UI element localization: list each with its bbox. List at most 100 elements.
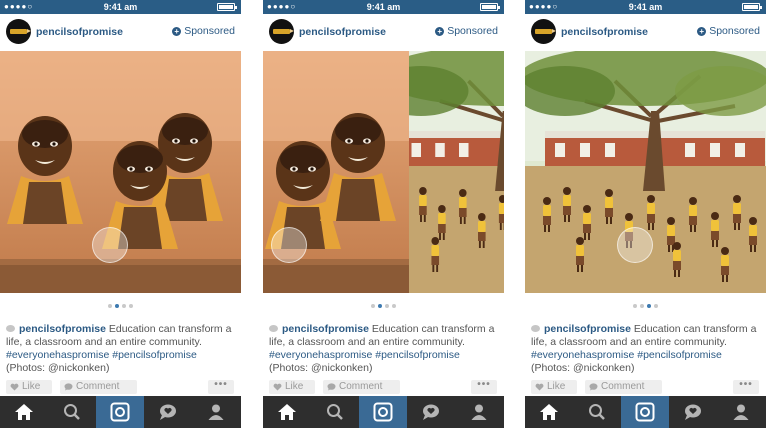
like-button[interactable]: Like — [531, 380, 577, 394]
comment-bubble-icon — [6, 325, 15, 332]
caption-username[interactable]: pencilsofpromise — [282, 323, 369, 335]
tab-search[interactable] — [573, 396, 621, 428]
post-header: pencilsofpromise + Sponsored — [525, 14, 766, 50]
tab-bar — [525, 396, 766, 428]
post-username[interactable]: pencilsofpromise — [299, 26, 386, 38]
post-photo[interactable] — [0, 51, 241, 293]
carousel-dot — [122, 304, 126, 308]
pencil-logo-icon — [10, 29, 31, 34]
camera-icon — [110, 402, 130, 422]
profile-icon — [208, 404, 224, 420]
post-photo[interactable] — [525, 51, 766, 293]
comment-icon — [589, 383, 598, 391]
activity-icon — [423, 404, 439, 420]
more-options-button[interactable]: ••• — [471, 380, 497, 394]
tab-activity[interactable] — [669, 396, 717, 428]
plus-icon: + — [435, 27, 445, 36]
post-username[interactable]: pencilsofpromise — [36, 26, 123, 38]
search-icon — [589, 404, 605, 420]
caption-username[interactable]: pencilsofpromise — [544, 323, 631, 335]
tab-camera[interactable] — [359, 396, 407, 428]
carousel-dots — [525, 304, 766, 310]
more-options-button[interactable]: ••• — [208, 380, 234, 394]
battery-icon — [742, 3, 762, 11]
touch-indicator — [271, 227, 307, 263]
post-caption: pencilsofpromise Education can transform… — [531, 323, 762, 375]
avatar[interactable] — [531, 19, 556, 44]
profile-icon — [471, 404, 487, 420]
home-icon — [278, 404, 296, 420]
caption-hashtags[interactable]: #everyonehaspromise #pencilsofpromise — [269, 349, 460, 361]
tab-search[interactable] — [48, 396, 96, 428]
pencil-logo-icon — [535, 29, 556, 34]
comment-bubble-icon — [531, 325, 540, 332]
tab-search[interactable] — [311, 396, 359, 428]
touch-indicator — [617, 227, 653, 263]
tab-home[interactable] — [525, 396, 573, 428]
activity-icon — [160, 404, 176, 420]
tab-activity[interactable] — [407, 396, 455, 428]
phone-screen-2: ●●●●○ 9:41 am pencilsofpromise + Sponsore… — [263, 0, 504, 428]
comment-bubble-icon — [269, 325, 278, 332]
like-button[interactable]: Like — [6, 380, 52, 394]
post-header: pencilsofpromise + Sponsored — [263, 14, 504, 50]
post-actions: Like Comment ••• — [525, 380, 766, 394]
tab-profile[interactable] — [192, 396, 240, 428]
post-photo[interactable] — [263, 51, 504, 293]
heart-icon — [273, 383, 282, 391]
carousel-dot — [633, 304, 637, 308]
pencil-logo-icon — [273, 29, 294, 34]
sponsored-label[interactable]: + Sponsored — [697, 25, 760, 37]
search-icon — [64, 404, 80, 420]
post-caption: pencilsofpromise Education can transform… — [269, 323, 500, 375]
status-time: 9:41 am — [103, 2, 138, 12]
battery-icon — [217, 3, 237, 11]
status-bar: ●●●●○ 9:41 am — [525, 0, 766, 14]
comment-button[interactable]: Comment — [60, 380, 137, 394]
carousel-dot — [129, 304, 133, 308]
caption-username[interactable]: pencilsofpromise — [19, 323, 106, 335]
sponsored-label[interactable]: + Sponsored — [172, 25, 235, 37]
tab-home[interactable] — [263, 396, 311, 428]
status-time: 9:41 am — [366, 2, 401, 12]
battery-icon — [480, 3, 500, 11]
avatar[interactable] — [269, 19, 294, 44]
phone-screen-1: ●●●●○ 9:41 am pencilsofpromise + Sponsore… — [0, 0, 241, 428]
caption-hashtags[interactable]: #everyonehaspromise #pencilsofpromise — [6, 349, 197, 361]
tab-profile[interactable] — [455, 396, 503, 428]
comment-button[interactable]: Comment — [585, 380, 662, 394]
carousel-dot — [108, 304, 112, 308]
post-actions: Like Comment ••• — [0, 380, 241, 394]
tab-activity[interactable] — [144, 396, 192, 428]
caption-hashtags[interactable]: #everyonehaspromise #pencilsofpromise — [531, 349, 722, 361]
touch-indicator — [92, 227, 128, 263]
like-button[interactable]: Like — [269, 380, 315, 394]
post-username[interactable]: pencilsofpromise — [561, 26, 648, 38]
tab-profile[interactable] — [717, 396, 765, 428]
plus-icon: + — [697, 27, 707, 36]
phone-screen-3: ●●●●○ 9:41 am pencilsofpromise + Sponsore… — [525, 0, 766, 428]
caption-credit: (Photos: @nickonken) — [269, 362, 373, 374]
camera-icon — [373, 402, 393, 422]
carousel-dots — [0, 304, 241, 310]
carousel-dot — [392, 304, 396, 308]
caption-credit: (Photos: @nickonken) — [531, 362, 635, 374]
tab-home[interactable] — [0, 396, 48, 428]
camera-icon — [635, 402, 655, 422]
carousel-dot — [654, 304, 658, 308]
status-time: 9:41 am — [628, 2, 663, 12]
activity-icon — [685, 404, 701, 420]
avatar[interactable] — [6, 19, 31, 44]
caption-credit: (Photos: @nickonken) — [6, 362, 110, 374]
carousel-dot-active — [647, 304, 651, 308]
tab-bar — [0, 396, 241, 428]
comment-button[interactable]: Comment — [323, 380, 400, 394]
sponsored-label[interactable]: + Sponsored — [435, 25, 498, 37]
tab-camera[interactable] — [96, 396, 144, 428]
more-options-button[interactable]: ••• — [733, 380, 759, 394]
carousel-dot — [640, 304, 644, 308]
search-icon — [327, 404, 343, 420]
post-header: pencilsofpromise + Sponsored — [0, 14, 241, 50]
comment-icon — [64, 383, 73, 391]
tab-camera[interactable] — [621, 396, 669, 428]
